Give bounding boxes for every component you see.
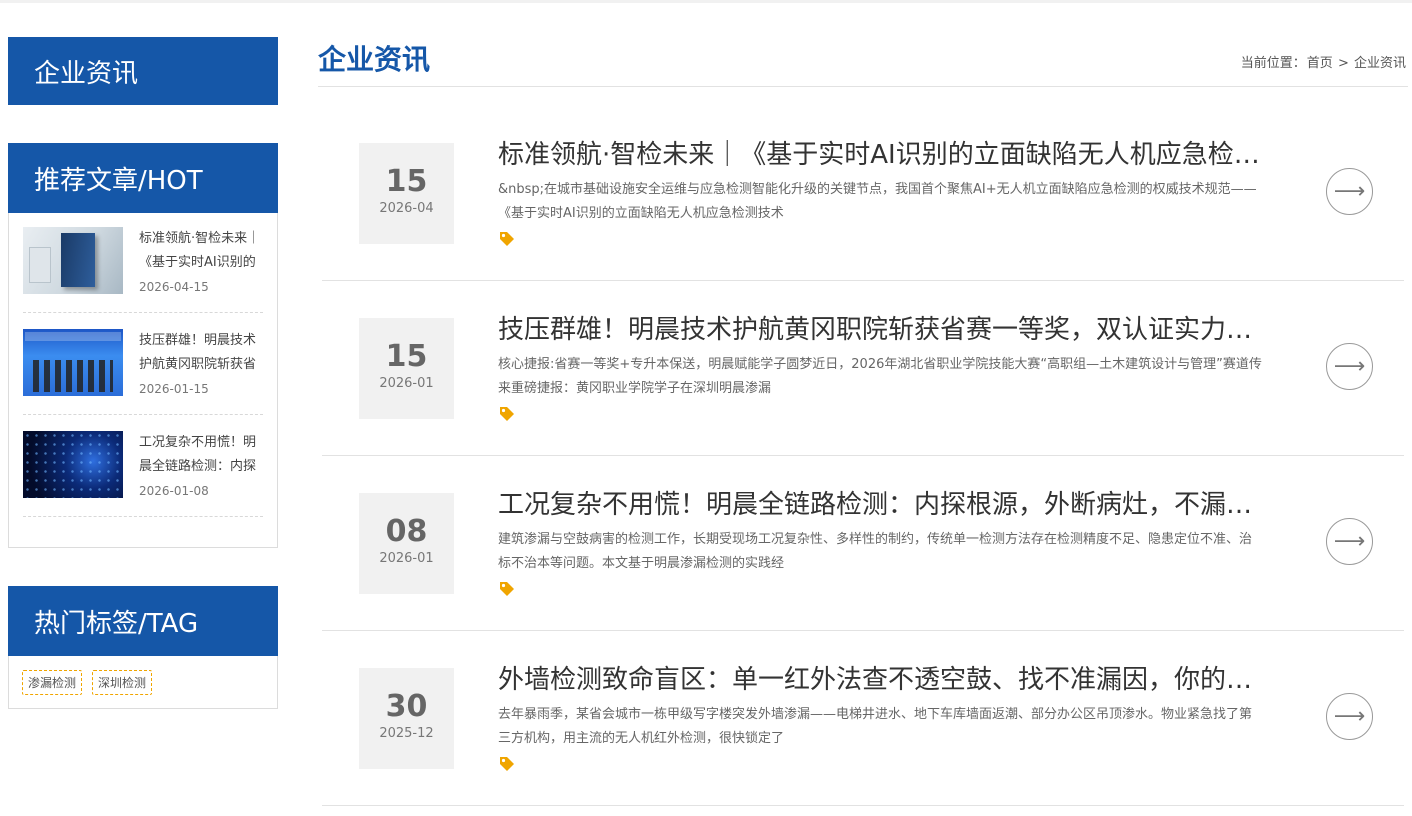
hot-article-date: 2026-01-08 <box>139 484 209 498</box>
sidebar-section-title-text: 企业资讯 <box>34 58 139 89</box>
article-title[interactable]: 外墙检测致命盲区：单一红外法查不透空鼓、找不准漏因，你的房子还安全吗 <box>498 662 1268 698</box>
arrow-right-icon[interactable]: ⟶ <box>1326 168 1373 215</box>
breadcrumb-prefix: 当前位置： <box>1240 56 1306 71</box>
article-summary: 建筑渗漏与空鼓病害的检测工作，长期受现场工况复杂性、多样性的制约，传统单一检测方… <box>498 532 1253 571</box>
breadcrumb-current-link[interactable]: 企业资讯 <box>1354 56 1406 71</box>
hot-article-title[interactable]: 技压群雄！明晨技术护航黄冈职院斩获省赛一等奖 <box>139 329 263 376</box>
breadcrumb: 当前位置：首页 > 企业资讯 <box>1240 52 1408 80</box>
article-item[interactable]: 08 2026-01 工况复杂不用慌！明晨全链路检测：内探根源，外断病灶，不漏一… <box>322 456 1404 631</box>
hot-tags-box: 热门标签/TAG 渗漏检测 深圳检测 <box>8 586 278 709</box>
hot-tags-title: 热门标签/TAG <box>34 608 199 639</box>
hot-article-item[interactable]: 技压群雄！明晨技术护航黄冈职院斩获省赛一等奖 2026-01-15 <box>23 329 263 415</box>
arrow-right-icon[interactable]: ⟶ <box>1326 518 1373 565</box>
article-date-box: 30 2025-12 <box>359 668 454 769</box>
breadcrumb-separator: > <box>1337 56 1349 71</box>
arrow-right-icon[interactable]: ⟶ <box>1326 693 1373 740</box>
top-border <box>0 0 1412 3</box>
article-date-box: 15 2026-04 <box>359 143 454 244</box>
hot-article-date: 2026-01-15 <box>139 382 209 396</box>
hot-articles-title: 推荐文章/HOT <box>34 165 203 196</box>
article-summary: 核心捷报:省赛一等奖+专升本保送，明晨赋能学子圆梦近日，2026年湖北省职业学院… <box>498 357 1262 396</box>
hot-article-item[interactable]: 标准领航·智检未来｜《基于实时AI识别的立面缺陷无人机应急检测技术 2026-0… <box>23 227 263 313</box>
main-content: 企业资讯 当前位置：首页 > 企业资讯 15 2026-04 标准领航·智检未来… <box>318 37 1408 806</box>
tag-icon <box>500 407 514 421</box>
hot-articles-list: 标准领航·智检未来｜《基于实时AI识别的立面缺陷无人机应急检测技术 2026-0… <box>8 213 278 548</box>
article-item[interactable]: 15 2026-01 技压群雄！明晨技术护航黄冈职院斩获省赛一等奖，双认证实力见… <box>322 281 1404 456</box>
article-day: 30 <box>385 689 428 724</box>
hot-article-item[interactable]: 工况复杂不用慌！明晨全链路检测：内探根源 2026-01-08 <box>23 431 263 517</box>
article-title[interactable]: 标准领航·智检未来｜《基于实时AI识别的立面缺陷无人机应急检测技术规范》 <box>498 137 1268 173</box>
hot-articles-heading: 推荐文章/HOT <box>8 143 278 213</box>
hot-tags-list: 渗漏检测 深圳检测 <box>8 656 278 709</box>
hot-articles-box: 推荐文章/HOT 标准领航·智检未来｜《基于实时AI识别的立面缺陷无人机应急检测… <box>8 143 278 548</box>
sidebar-section-title[interactable]: 企业资讯 <box>8 37 278 105</box>
article-summary: 去年暴雨季，某省会城市一栋甲级写字楼突发外墙渗漏——电梯井进水、地下车库墙面返潮… <box>498 707 1253 746</box>
main-header: 企业资讯 当前位置：首页 > 企业资讯 <box>318 37 1408 87</box>
article-day: 15 <box>385 339 428 374</box>
article-year-month: 2026-01 <box>379 376 434 391</box>
hot-tags-heading: 热门标签/TAG <box>8 586 278 656</box>
sidebar: 企业资讯 推荐文章/HOT 标准领航·智检未来｜《基于实时AI识别的立面缺陷无人… <box>8 37 278 709</box>
tag-icon <box>500 232 514 246</box>
article-date-box: 08 2026-01 <box>359 493 454 594</box>
article-item[interactable]: 15 2026-04 标准领航·智检未来｜《基于实时AI识别的立面缺陷无人机应急… <box>322 106 1404 281</box>
tag-link[interactable]: 深圳检测 <box>92 670 153 695</box>
page-title: 企业资讯 <box>318 43 431 76</box>
breadcrumb-home-link[interactable]: 首页 <box>1307 56 1333 71</box>
article-item[interactable]: 30 2025-12 外墙检测致命盲区：单一红外法查不透空鼓、找不准漏因，你的房… <box>322 631 1404 806</box>
hot-article-date: 2026-04-15 <box>139 280 209 294</box>
article-year-month: 2026-01 <box>379 551 434 566</box>
article-title[interactable]: 工况复杂不用慌！明晨全链路检测：内探根源，外断病灶，不漏一处隐患 <box>498 487 1268 523</box>
article-year-month: 2025-12 <box>379 726 434 741</box>
hot-article-thumbnail[interactable] <box>23 431 123 498</box>
article-day: 15 <box>385 164 428 199</box>
hot-article-title[interactable]: 标准领航·智检未来｜《基于实时AI识别的立面缺陷无人机应急检测技术 <box>139 227 263 274</box>
tag-link[interactable]: 渗漏检测 <box>22 670 83 695</box>
article-summary: &nbsp;在城市基础设施安全运维与应急检测智能化升级的关键节点，我国首个聚焦A… <box>498 182 1257 221</box>
tag-icon <box>500 757 514 771</box>
article-list: 15 2026-04 标准领航·智检未来｜《基于实时AI识别的立面缺陷无人机应急… <box>322 106 1404 806</box>
tag-icon <box>500 582 514 596</box>
article-year-month: 2026-04 <box>379 201 434 216</box>
article-day: 08 <box>385 514 428 549</box>
article-title[interactable]: 技压群雄！明晨技术护航黄冈职院斩获省赛一等奖，双认证实力见证 <box>498 312 1268 348</box>
arrow-right-icon[interactable]: ⟶ <box>1326 343 1373 390</box>
hot-article-title[interactable]: 工况复杂不用慌！明晨全链路检测：内探根源 <box>139 431 263 478</box>
hot-article-thumbnail[interactable] <box>23 329 123 396</box>
hot-article-thumbnail[interactable] <box>23 227 123 294</box>
article-date-box: 15 2026-01 <box>359 318 454 419</box>
